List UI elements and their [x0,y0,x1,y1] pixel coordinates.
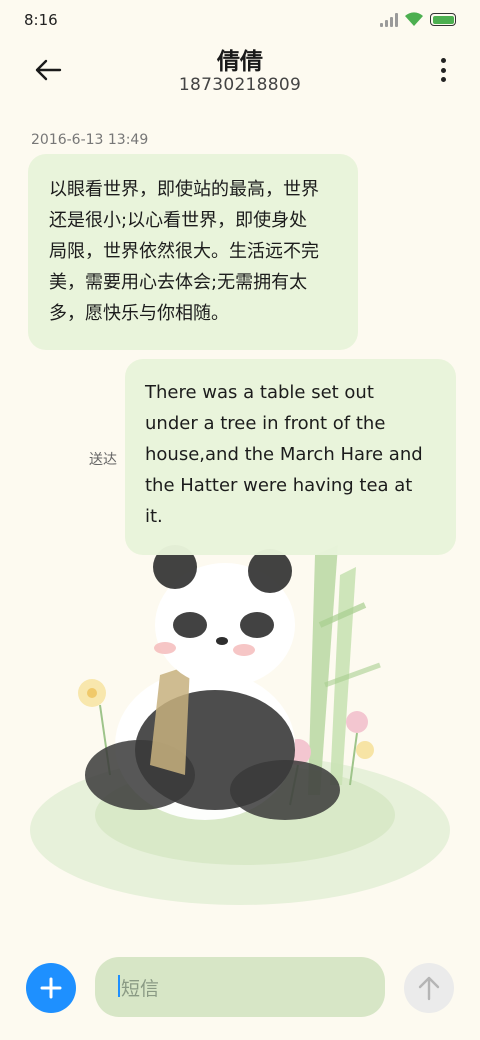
outgoing-message-bubble[interactable]: There was a table set out under a tree i… [125,359,456,555]
more-vertical-icon [440,58,446,63]
message-line: 以眼看世界，即使站的最高，世界 [49,179,319,200]
add-attachment-button[interactable] [26,963,76,1013]
message-line: 美，需要用心去体会;无需拥有太 [49,272,308,293]
contact-name: 倩倩 [217,49,263,75]
status-bar: 8:16 [0,0,480,40]
message-line: There was a table set out [145,382,374,403]
message-line: 还是很小;以心看世界，即使身处 [49,210,308,231]
message-input[interactable]: 短信 [95,957,385,1017]
panda-bamboo-illustration [30,545,450,905]
message-timestamp: 2016-6-13 13:49 [31,132,149,148]
message-line: house,and the March Hare and [145,444,423,465]
message-line: 局限，世界依然很大。生活远不完 [49,241,319,262]
more-options-button[interactable] [436,54,450,86]
send-button[interactable] [404,963,454,1013]
arrow-up-icon [418,976,440,1001]
status-icons [380,12,456,27]
message-line: it. [145,506,163,527]
wifi-icon [405,12,423,26]
message-input-placeholder: 短信 [118,974,159,1001]
message-line: 多，愿快乐与你相随。 [49,303,229,324]
battery-icon [430,13,456,26]
conversation-header: 倩倩 18730218809 [0,40,480,110]
signal-icon [380,12,398,27]
plus-icon [40,977,62,999]
message-line: the Hatter were having tea at [145,475,413,496]
incoming-message-bubble[interactable]: 以眼看世界，即使站的最高，世界 还是很小;以心看世界，即使身处 局限，世界依然很… [28,154,358,350]
delivery-status: 送达 [89,452,117,468]
status-time: 8:16 [24,11,58,29]
text-caret [118,974,120,997]
message-line: under a tree in front of the [145,413,386,434]
contact-number: 18730218809 [178,75,302,95]
